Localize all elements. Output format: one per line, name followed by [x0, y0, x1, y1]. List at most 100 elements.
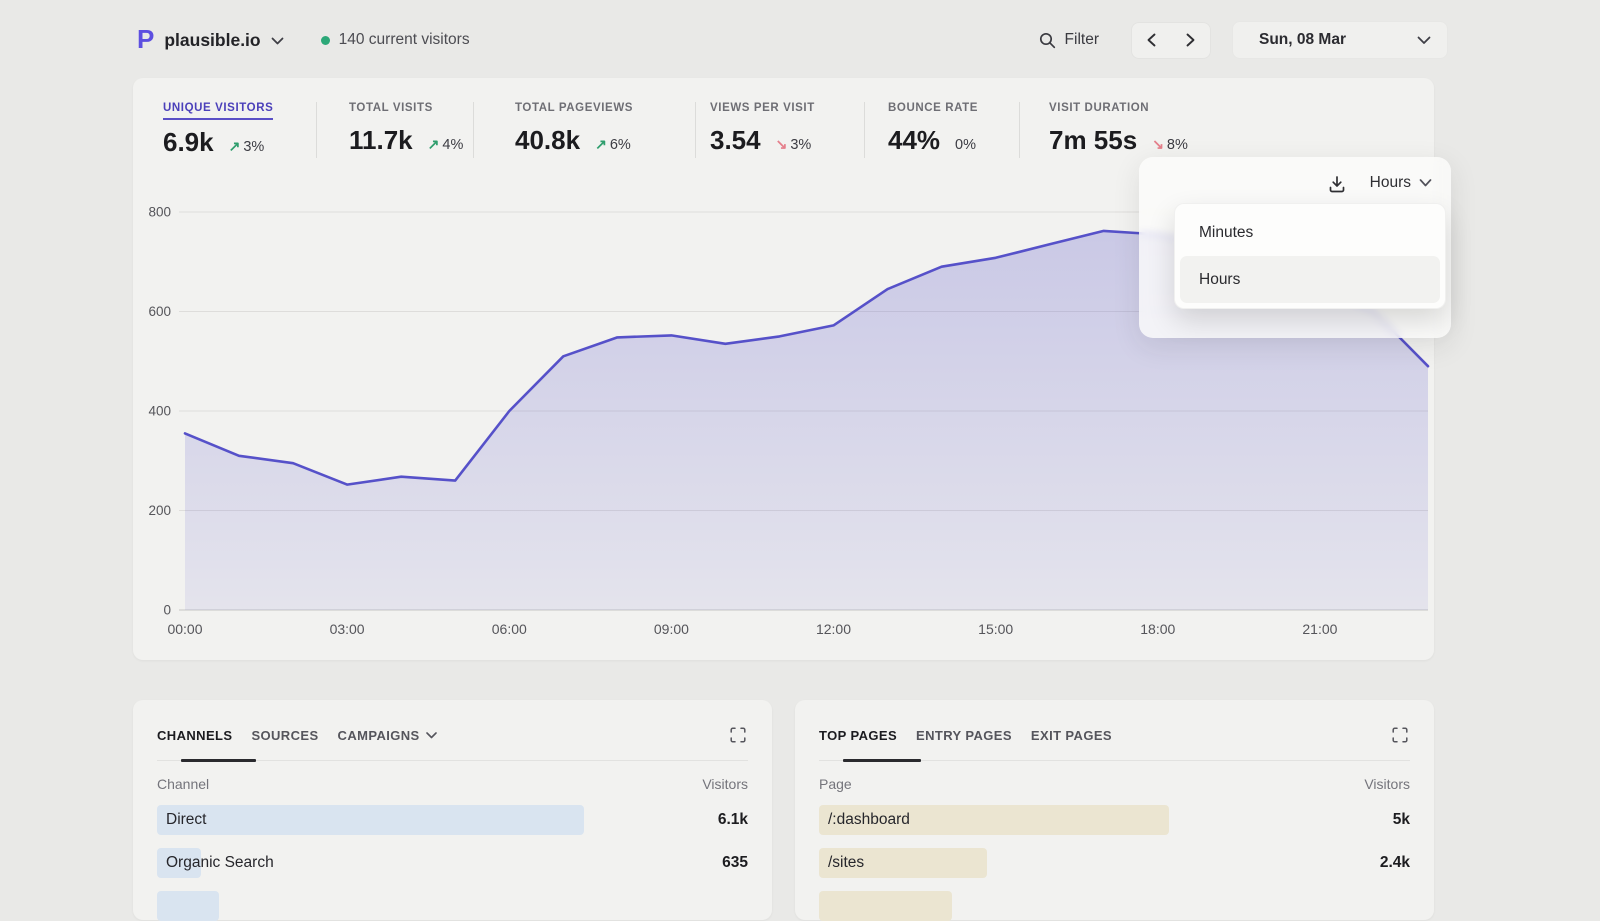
expand-icon — [1392, 727, 1408, 743]
live-dot-icon — [321, 36, 330, 45]
metric-delta-value: 4% — [442, 137, 463, 153]
metric[interactable]: VIEWS PER VISIT 3.54 ↘3% — [710, 98, 815, 156]
site-picker[interactable]: plausible.io — [164, 30, 283, 51]
table-header: Page Visitors — [819, 776, 1410, 792]
metric-value: 40.8k — [515, 125, 580, 156]
stat-divider — [473, 102, 474, 158]
svg-text:800: 800 — [148, 205, 171, 220]
tab[interactable]: SOURCES — [251, 728, 318, 743]
date-range-label: Sun, 08 Mar — [1259, 31, 1346, 49]
interval-option[interactable]: Hours — [1180, 256, 1440, 303]
expand-button[interactable] — [728, 725, 748, 745]
svg-text:00:00: 00:00 — [167, 621, 202, 637]
metric-value: 44% — [888, 125, 940, 156]
metric-label: VIEWS PER VISIT — [710, 102, 815, 118]
svg-text:200: 200 — [148, 503, 171, 518]
metric-label: VISIT DURATION — [1049, 102, 1149, 118]
table-row[interactable]: /sites 2.4k — [819, 848, 1410, 878]
metric-delta-value: 3% — [243, 139, 264, 155]
chevron-down-icon — [426, 732, 437, 739]
row-label[interactable]: Organic Search — [157, 854, 274, 872]
metric-delta: ↘3% — [776, 136, 812, 153]
filter-button[interactable]: Filter — [1035, 25, 1103, 55]
metric-delta: ↗3% — [229, 138, 265, 155]
column-channel: Channel — [157, 776, 209, 792]
tab-label: CAMPAIGNS — [338, 728, 420, 743]
table-header: Channel Visitors — [157, 776, 748, 792]
tab-label: SOURCES — [251, 728, 318, 743]
date-range-picker[interactable]: Sun, 08 Mar — [1232, 21, 1448, 59]
table-row[interactable]: Organic Search 635 — [157, 848, 748, 878]
trend-arrow-icon: ↗ — [428, 136, 440, 153]
metric-value: 3.54 — [710, 125, 761, 156]
channels-card: CHANNELS SOURCES CAMPAIGNS Channel Visit… — [133, 700, 772, 920]
metric-delta: ↗4% — [428, 136, 464, 153]
tab[interactable]: CAMPAIGNS — [338, 728, 437, 743]
metric-delta-value: 8% — [1167, 137, 1188, 153]
tab-label: TOP PAGES — [819, 728, 897, 743]
export-button[interactable] — [1325, 172, 1349, 196]
trend-arrow-icon: ↗ — [595, 136, 607, 153]
tab[interactable]: CHANNELS — [157, 728, 232, 743]
prev-period-button[interactable] — [1132, 23, 1171, 58]
interval-menu: Minutes Hours — [1174, 203, 1446, 309]
metric-delta: ↗6% — [595, 136, 631, 153]
next-period-button[interactable] — [1171, 23, 1210, 58]
trend-arrow-icon: ↘ — [1152, 136, 1164, 153]
date-nav-arrows — [1131, 22, 1211, 59]
svg-text:0: 0 — [163, 603, 171, 618]
row-label[interactable]: Direct — [157, 811, 206, 829]
svg-text:09:00: 09:00 — [654, 621, 689, 637]
tab-label: EXIT PAGES — [1031, 728, 1112, 743]
stat-divider — [695, 102, 696, 158]
chevron-right-icon — [1186, 33, 1195, 47]
table-row[interactable] — [819, 891, 1410, 921]
metric-label: TOTAL PAGEVIEWS — [515, 102, 633, 118]
tab[interactable]: EXIT PAGES — [1031, 728, 1112, 743]
metric-value: 11.7k — [349, 125, 413, 156]
row-value: 635 — [722, 854, 748, 872]
metric[interactable]: UNIQUE VISITORS 6.9k ↗3% — [163, 98, 273, 158]
chevron-left-icon — [1147, 33, 1156, 47]
filter-label: Filter — [1065, 31, 1099, 49]
metric[interactable]: BOUNCE RATE 44% 0% — [888, 98, 978, 156]
metric[interactable]: TOTAL PAGEVIEWS 40.8k ↗6% — [515, 98, 633, 156]
metric-delta-value: 3% — [790, 137, 811, 153]
chevron-down-icon — [271, 37, 284, 45]
expand-button[interactable] — [1390, 725, 1410, 745]
column-visitors: Visitors — [702, 776, 748, 792]
row-label[interactable]: /sites — [819, 854, 864, 872]
interval-option[interactable]: Minutes — [1180, 209, 1440, 256]
metric-delta: 0% — [955, 137, 976, 153]
pages-tabs: TOP PAGES ENTRY PAGES EXIT PAGES — [819, 724, 1410, 746]
table-row[interactable]: Direct 6.1k — [157, 805, 748, 835]
metric[interactable]: VISIT DURATION 7m 55s ↘8% — [1049, 98, 1188, 156]
tabs-divider — [157, 760, 748, 761]
table-row[interactable]: /:dashboard 5k — [819, 805, 1410, 835]
trend-arrow-icon: ↗ — [229, 138, 241, 155]
tab-label: CHANNELS — [157, 728, 232, 743]
site-name: plausible.io — [164, 30, 260, 51]
row-value: 2.4k — [1380, 854, 1410, 872]
active-tab-underline — [181, 759, 256, 762]
current-visitors[interactable]: 140 current visitors — [339, 31, 470, 49]
stat-divider — [316, 102, 317, 158]
metric-value: 6.9k — [163, 127, 214, 158]
svg-text:03:00: 03:00 — [330, 621, 365, 637]
expand-icon — [730, 727, 746, 743]
tabs-divider — [819, 760, 1410, 761]
metric-label: TOTAL VISITS — [349, 102, 433, 118]
metric-delta-value: 0% — [955, 137, 976, 153]
download-icon — [1327, 174, 1347, 194]
chevron-down-icon — [1417, 36, 1431, 45]
interval-dropdown-button[interactable]: Hours — [1368, 172, 1434, 194]
svg-text:600: 600 — [148, 304, 171, 319]
row-value: 5k — [1393, 811, 1410, 829]
tab[interactable]: TOP PAGES — [819, 728, 897, 743]
tab[interactable]: ENTRY PAGES — [916, 728, 1012, 743]
channels-tabs: CHANNELS SOURCES CAMPAIGNS — [157, 724, 748, 746]
metric[interactable]: TOTAL VISITS 11.7k ↗4% — [349, 98, 463, 156]
row-label[interactable]: /:dashboard — [819, 811, 910, 829]
table-row[interactable] — [157, 891, 748, 921]
metric-label: BOUNCE RATE — [888, 102, 978, 118]
